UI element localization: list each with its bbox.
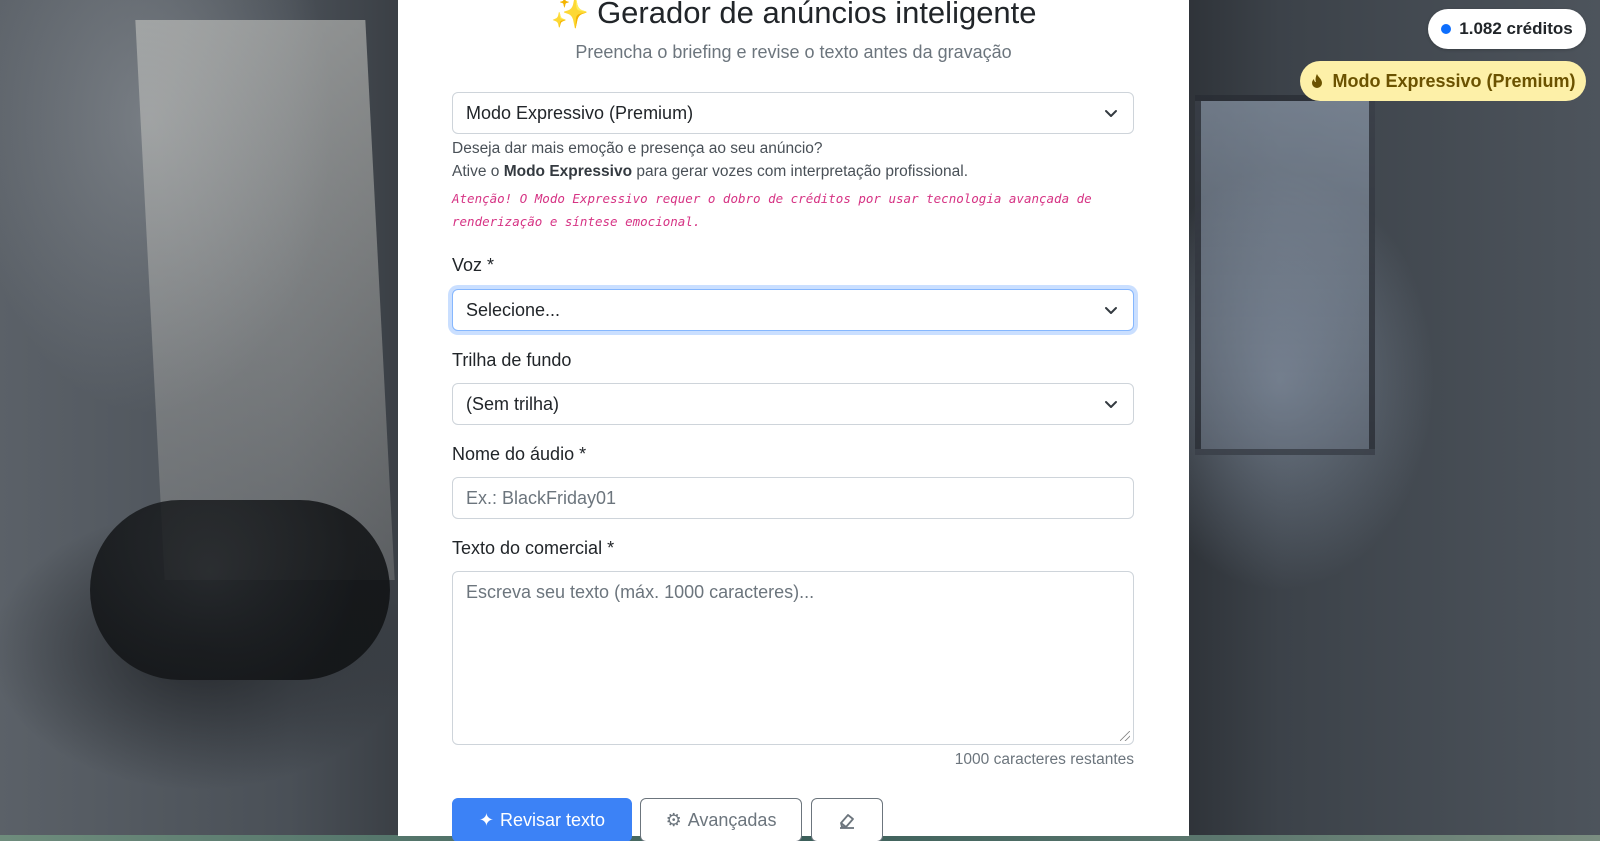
mode-select[interactable]: Modo Expressivo (Premium) xyxy=(452,92,1134,134)
credits-badge: 1.082 créditos xyxy=(1428,9,1586,49)
mode-help-text-2: Ative o Modo Expressivo para gerar vozes… xyxy=(452,163,969,180)
flame-icon xyxy=(1312,74,1323,88)
mode-help-text: Deseja dar mais emoção e presença ao seu… xyxy=(452,140,823,157)
status-dot-icon xyxy=(1441,24,1452,34)
audio-name-label: Nome do áudio * xyxy=(452,444,587,464)
page-title: ✨ Gerador de anúncios inteligente xyxy=(398,0,1189,31)
advanced-button[interactable]: ⚙ Avançadas xyxy=(640,798,802,841)
background-monitor xyxy=(1195,95,1375,455)
sparkle-icon: ✦ xyxy=(478,809,495,830)
audio-name-input[interactable]: Ex.: BlackFriday01 xyxy=(452,477,1134,519)
ad-generator-form: ✨ Gerador de anúncios inteligente Preench… xyxy=(398,0,1189,841)
page-subtitle: Preencha o briefing e revise o texto ant… xyxy=(575,42,1012,62)
credits-warning: Atenção! O Modo Expressivo requer o dobr… xyxy=(452,191,1092,229)
sparkles-icon: ✨ xyxy=(550,0,590,30)
voice-select[interactable]: Selecione... xyxy=(452,289,1134,331)
track-select[interactable]: (Sem trilha) xyxy=(452,383,1134,425)
background-mic-stand xyxy=(90,500,390,680)
clear-button[interactable] xyxy=(811,798,883,841)
commercial-text-input[interactable]: Escreva seu texto (máx. 1000 caracteres)… xyxy=(452,571,1134,745)
track-label: Trilha de fundo xyxy=(452,350,572,370)
gear-icon: ⚙ xyxy=(665,809,682,830)
chevron-down-icon xyxy=(1105,307,1117,314)
review-text-button[interactable]: ✦ Revisar texto xyxy=(452,798,632,841)
background-paper xyxy=(135,20,395,580)
chevron-down-icon xyxy=(1105,110,1117,117)
char-counter: 1000 caracteres restantes xyxy=(954,751,1134,768)
voice-label: Voz * xyxy=(452,255,495,275)
resize-handle[interactable] xyxy=(1120,731,1130,741)
premium-mode-badge: Modo Expressivo (Premium) xyxy=(1300,61,1586,101)
chevron-down-icon xyxy=(1105,401,1117,408)
eraser-icon xyxy=(840,814,854,829)
commercial-text-label: Texto do comercial * xyxy=(452,538,615,558)
